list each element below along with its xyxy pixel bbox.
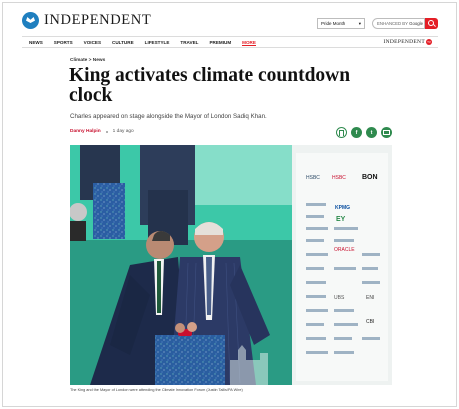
pride-month-select[interactable]: Pride Month ▾ bbox=[317, 18, 365, 29]
photo-illustration: HSBC HSBC BON KPMG EY ORACLE UBS ENI CBI bbox=[70, 145, 392, 385]
sponsor-logo-3: BON bbox=[362, 174, 378, 181]
sponsor-logo-6: ORACLE bbox=[334, 247, 355, 253]
share-bar: f t bbox=[336, 127, 392, 138]
sponsor-logo-9: CBI bbox=[366, 319, 374, 325]
nav-item-voices[interactable]: VOICES bbox=[84, 39, 101, 45]
sponsor-logo-4: KPMG bbox=[335, 205, 350, 211]
nav-item-culture[interactable]: CULTURE bbox=[112, 39, 134, 45]
sponsor-logo-5: EY bbox=[336, 216, 346, 223]
sponsor-logo-8: ENI bbox=[366, 295, 374, 301]
main-nav: NEWS SPORTS VOICES CULTURE LIFESTYLE TRA… bbox=[22, 36, 438, 48]
facebook-share-icon[interactable]: f bbox=[351, 127, 362, 138]
search-prefix: ENHANCED BY bbox=[377, 21, 408, 26]
nav-item-more[interactable]: MORE bbox=[242, 39, 256, 46]
byline-separator bbox=[105, 130, 108, 133]
email-share-icon[interactable] bbox=[381, 127, 392, 138]
bookmark-icon[interactable] bbox=[336, 127, 347, 138]
pride-month-label: Pride Month bbox=[321, 21, 346, 26]
search-brand: Google bbox=[409, 21, 424, 26]
search-button[interactable] bbox=[425, 18, 438, 29]
publish-time: 1 day ago bbox=[112, 129, 134, 134]
nav-item-news[interactable]: NEWS bbox=[29, 39, 43, 45]
eagle-logo-icon bbox=[22, 12, 39, 29]
tv-badge: TV bbox=[426, 39, 432, 45]
article-headline: King activates climate countdown clock bbox=[69, 65, 351, 106]
sponsor-logo-1: HSBC bbox=[306, 175, 320, 181]
masthead[interactable]: INDEPENDENT bbox=[22, 12, 151, 29]
article-photo: HSBC HSBC BON KPMG EY ORACLE UBS ENI CBI bbox=[70, 145, 392, 385]
independent-tv-link[interactable]: INDEPENDENT TV bbox=[383, 39, 432, 45]
nav-item-travel[interactable]: TRAVEL bbox=[180, 39, 198, 45]
photo-caption: The King and the Mayor of London were at… bbox=[70, 388, 243, 392]
site-logo-text: INDEPENDENT bbox=[44, 12, 152, 28]
chevron-down-icon: ▾ bbox=[358, 20, 361, 26]
sponsor-logo-7: UBS bbox=[334, 295, 345, 301]
nav-item-sports[interactable]: SPORTS bbox=[54, 39, 73, 45]
independent-tv-text: INDEPENDENT bbox=[383, 39, 425, 45]
search-input[interactable]: ENHANCED BY Google bbox=[372, 18, 425, 29]
breadcrumb[interactable]: Climate > News bbox=[70, 58, 105, 63]
article-standfirst: Charles appeared on stage alongside the … bbox=[70, 113, 267, 120]
nav-item-lifestyle[interactable]: LIFESTYLE bbox=[145, 39, 170, 45]
author-link[interactable]: Danny Halpin bbox=[70, 129, 101, 134]
nav-item-premium[interactable]: PREMIUM bbox=[209, 39, 231, 45]
byline: Danny Halpin 1 day ago bbox=[70, 129, 134, 134]
sponsor-logo-2: HSBC bbox=[332, 175, 346, 181]
twitter-share-icon[interactable]: t bbox=[366, 127, 377, 138]
